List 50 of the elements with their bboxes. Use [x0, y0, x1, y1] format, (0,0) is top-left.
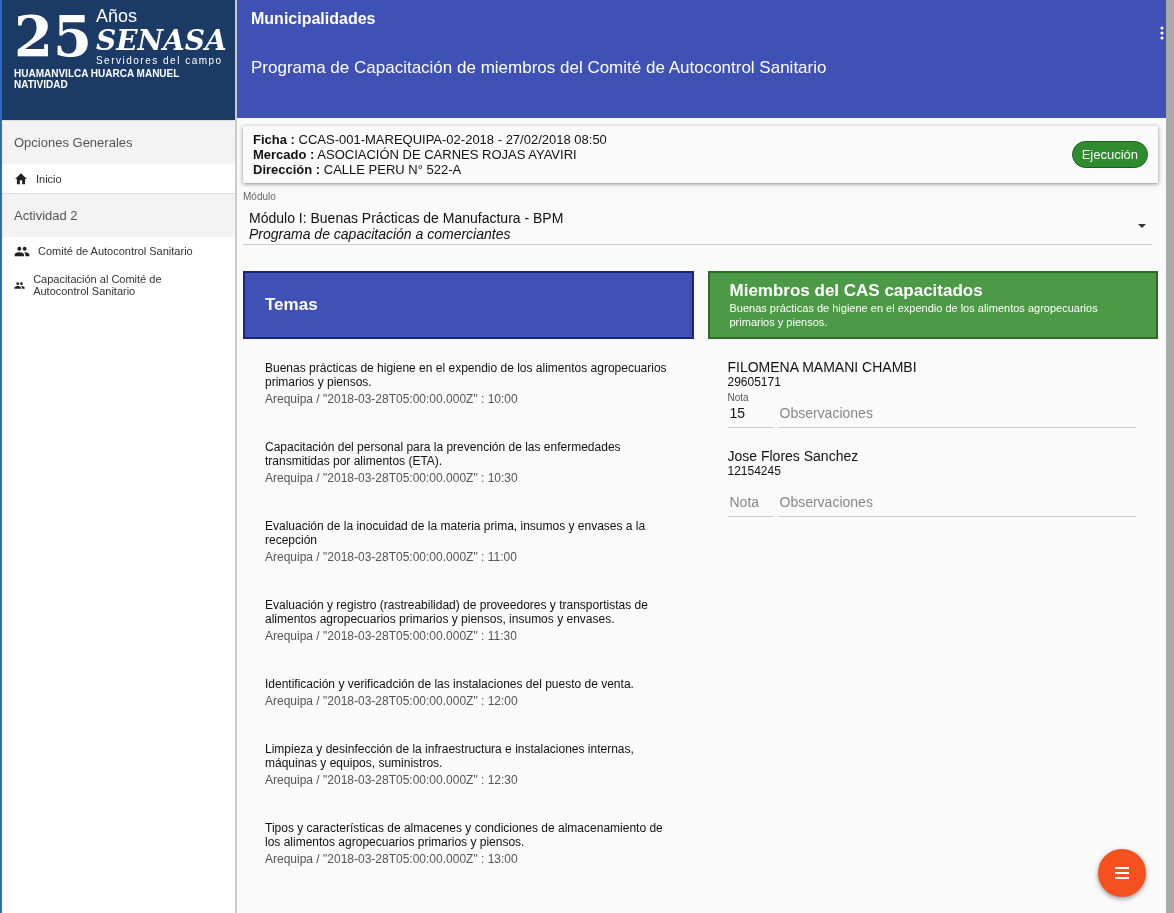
topic-schedule: Arequipa / "2018-03-28T05:00:00.000Z" : 11:30 [265, 629, 518, 643]
topic-schedule: Arequipa / "2018-03-28T05:00:00.000Z" : 12:00 [265, 694, 519, 708]
member-id: 29605171 [727, 375, 782, 389]
sidebar-section-title: Actividad 2 [2, 193, 235, 237]
member-name: Jose Flores Sanchez [727, 448, 860, 464]
topic-title: Evaluación de la inocuidad de la materia prima, insumos y envases a la recepción [265, 519, 647, 547]
members-title: Miembros del CAS capacitados [729, 281, 983, 301]
member-id: 12154245 [727, 464, 782, 478]
module-select[interactable]: Módulo I: Buenas Prácticas de Manufactura - BPM Programa de capacitación a comerciantes [243, 202, 1152, 245]
topic-title: Buenas prácticas de higiene en el expendio de los alimentos agropecuarios primarios y piensos. [265, 361, 668, 389]
sidebar-section-title: Opciones Generales [2, 120, 235, 164]
people-icon [14, 279, 26, 291]
topic-title: Capacitación del personal para la prevención de las enfermedades transmitidas por alimentos (ETA). [265, 440, 622, 468]
ficha-line: Ficha : CCAS-001-MAREQUIPA-02-2018 - 27/02/2018 08:50 [253, 132, 607, 147]
sidebar-item[interactable]: Capacitación al Comité de Autocontrol Sanitario [2, 265, 235, 305]
topics-banner: Temas [243, 271, 694, 339]
grade-field[interactable]: Nota [727, 480, 774, 517]
observations-field[interactable]: Observaciones [777, 480, 1136, 517]
topic-title: Limpieza y desinfección de la infraestructura e instalaciones internas, máquinas y equipos, suministros. [265, 742, 635, 770]
topic-schedule: Arequipa / "2018-03-28T05:00:00.000Z" : 11:00 [265, 550, 518, 564]
user-name: HUAMANVILCA HUARCA MANUEL NATIVIDAD [14, 68, 181, 90]
logo-number: 25 [14, 6, 92, 66]
grade-field[interactable]: Nota 15 [727, 392, 774, 428]
ficha-line: Dirección : CALLE PERU N° 522-A [253, 162, 463, 177]
logo-years: Años [95, 6, 138, 27]
more-menu-icon[interactable] [1160, 26, 1164, 40]
topic-title: Evaluación y registro (rastreabilidad) de proveedores y transportistas de alimentos agropecuarios primarios y piensos, insumos y envases. [265, 598, 649, 626]
topic-schedule: Arequipa / "2018-03-28T05:00:00.000Z" : 10:00 [265, 392, 519, 406]
logo-brand: SENASA [95, 27, 227, 55]
topic-schedule: Arequipa / "2018-03-28T05:00:00.000Z" : 10:30 [265, 471, 519, 485]
page-title: Programa de Capacitación de miembros del Comité de Autocontrol Sanitario [251, 58, 828, 78]
topic-schedule: Arequipa / "2018-03-28T05:00:00.000Z" : 12:30 [265, 773, 519, 787]
ficha-line: Mercado : ASOCIACIÓN DE CARNES ROJAS AYAVIRI [253, 147, 578, 162]
header-section: Municipalidades [251, 10, 1152, 28]
logo-tagline: Servidores del campo [95, 55, 224, 66]
member-name: FILOMENA MAMANI CHAMBI [727, 359, 918, 375]
menu-icon [1114, 867, 1130, 879]
people-icon [14, 245, 30, 257]
home-icon [14, 172, 28, 185]
topic-title: Identificación y verificadción de las instalaciones del puesto de venta. [265, 677, 635, 691]
field-label: Módulo [243, 191, 277, 202]
topic-title: Tipos y características de almacenes y condiciones de almacenamiento de los alimentos agropecuarios primarios y piensos. [265, 821, 664, 849]
topic-schedule: Arequipa / "2018-03-28T05:00:00.000Z" : 13:00 [265, 852, 519, 866]
observations-field[interactable]: Observaciones [777, 391, 1136, 428]
dropdown-caret-icon [1138, 224, 1146, 228]
sidebar-item[interactable]: Inicio [2, 164, 235, 193]
sidebar-item[interactable]: Comité de Autocontrol Sanitario [2, 237, 235, 265]
status-badge: Ejecución [1071, 141, 1148, 168]
menu-fab[interactable] [1098, 849, 1146, 897]
members-subtitle: Buenas prácticas de higiene en el expendio de los alimentos agropecuarios primarios y piensos. [729, 301, 1099, 329]
